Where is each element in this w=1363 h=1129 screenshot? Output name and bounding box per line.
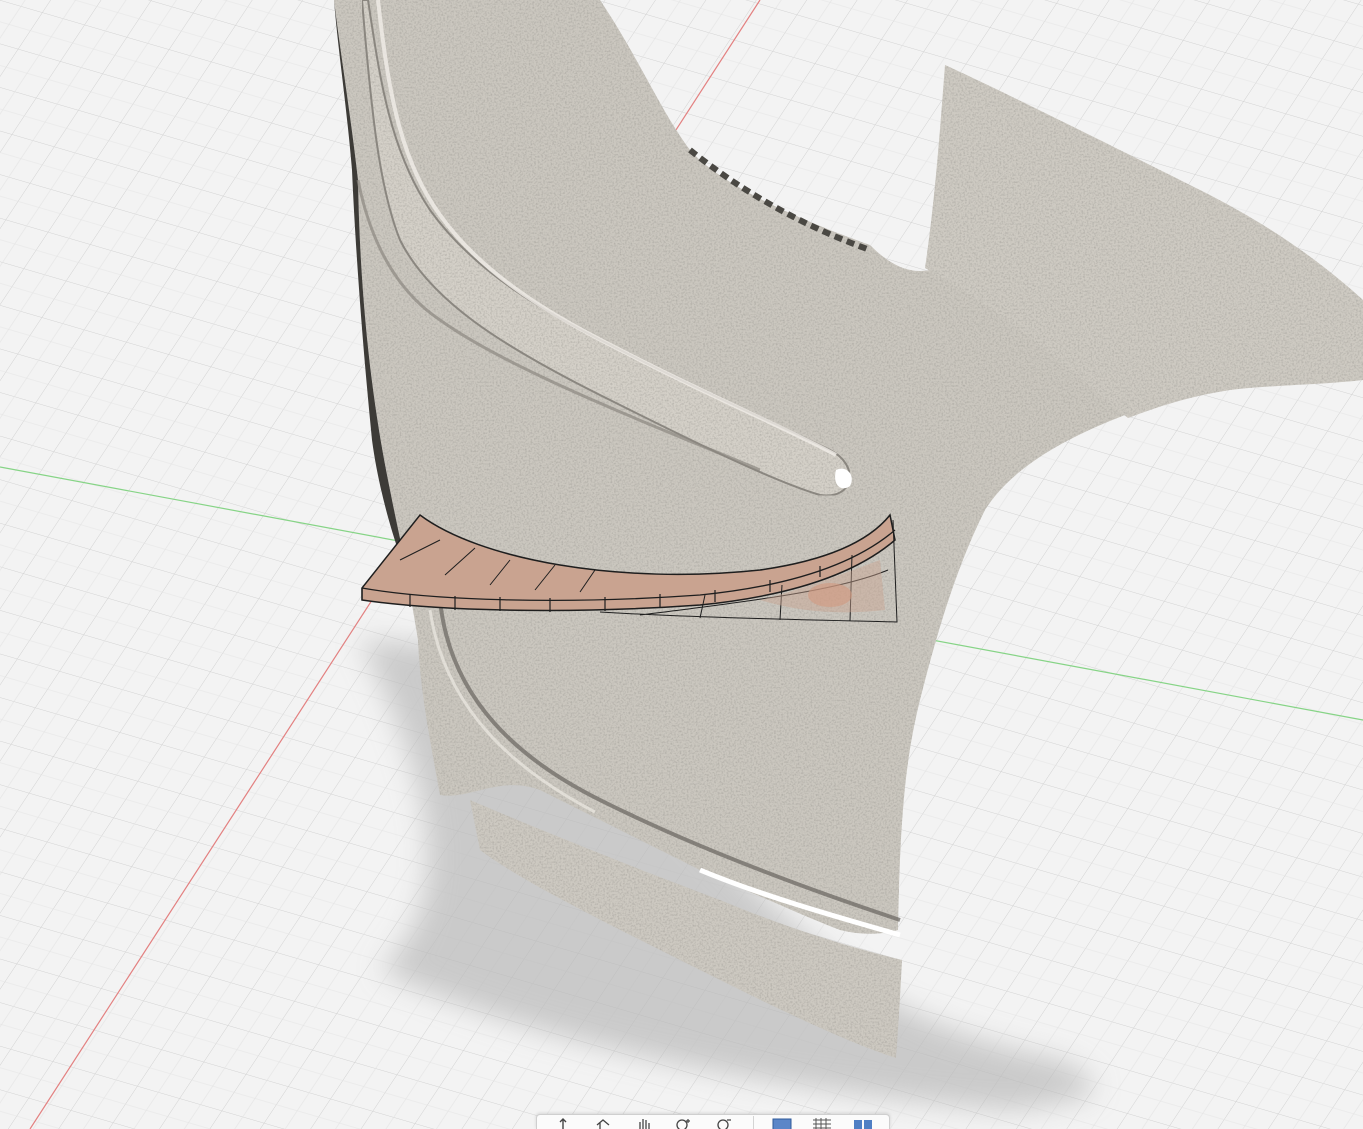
zoom-button[interactable] (672, 1115, 696, 1129)
fit-icon (717, 1119, 732, 1129)
look-at-icon (597, 1119, 610, 1129)
scene-svg[interactable] (0, 0, 1363, 1129)
display-settings-button[interactable] (770, 1115, 794, 1129)
viewports-icon (853, 1120, 872, 1129)
display-settings-icon (772, 1118, 792, 1129)
nav-separator (752, 1116, 754, 1129)
pan-icon (639, 1119, 650, 1129)
grid-settings-icon (813, 1118, 832, 1129)
canvas-viewport[interactable] (0, 0, 1363, 1129)
orbit-button[interactable] (551, 1115, 575, 1129)
viewports-button[interactable] (851, 1115, 875, 1129)
pan-button[interactable] (632, 1115, 656, 1129)
navigation-bar (536, 1114, 890, 1129)
look-at-button[interactable] (591, 1115, 615, 1129)
grid-settings-button[interactable] (810, 1115, 834, 1129)
orbit-icon (559, 1118, 567, 1129)
zoom-icon (676, 1119, 691, 1129)
fit-button[interactable] (712, 1115, 736, 1129)
